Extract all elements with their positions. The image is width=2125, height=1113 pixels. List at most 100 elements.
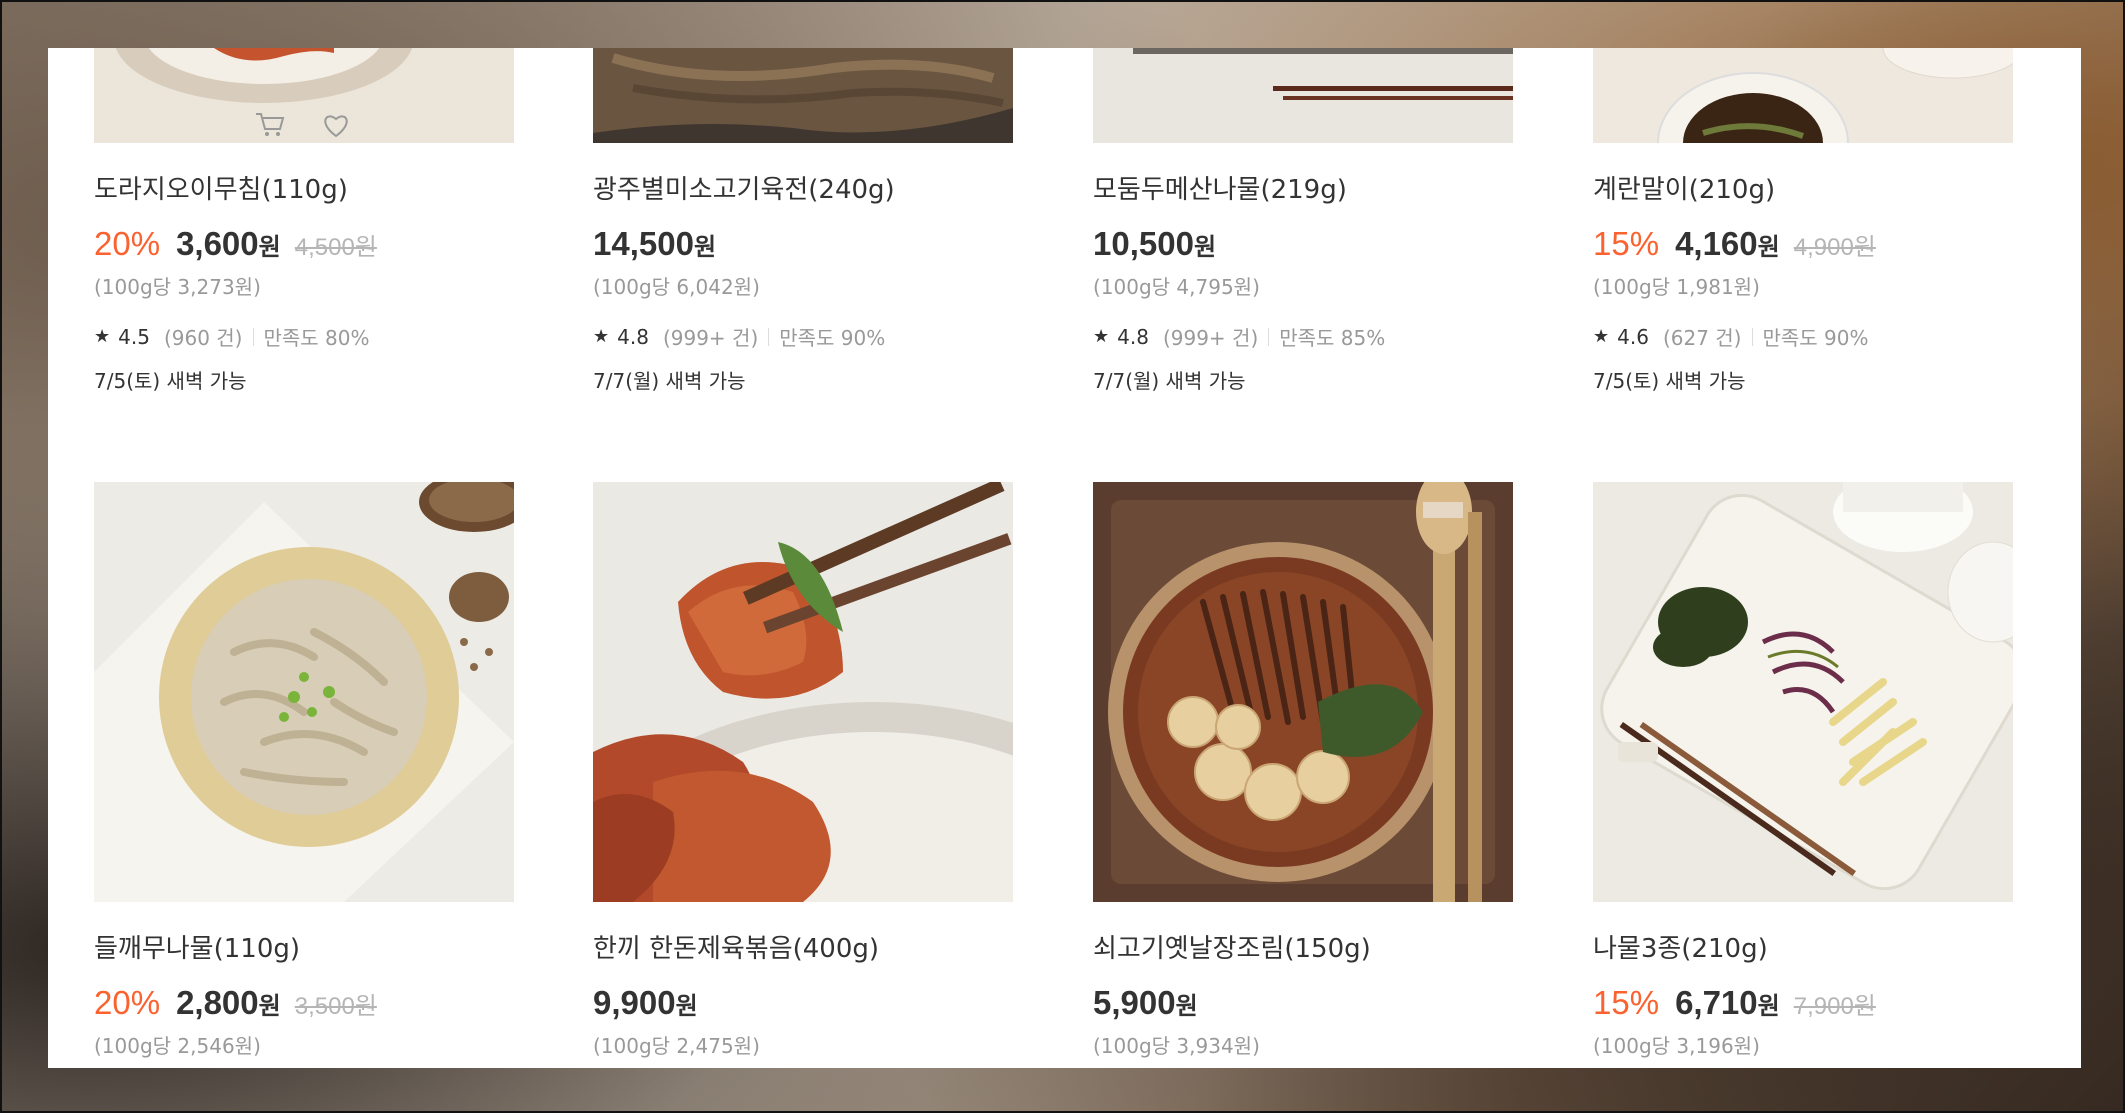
rating-line: ★ 4.5 (960 건) 만족도 80%	[94, 322, 514, 351]
product-card[interactable]: 계란말이(210g) 15% 4,160 원 4,900원 (100g당 1,9…	[1593, 48, 2013, 394]
cart-icon[interactable]	[254, 111, 286, 139]
currency-unit: 원	[1757, 992, 1780, 1020]
delivery-info: 7/7(월) 새벽 가능	[593, 369, 746, 393]
currency-unit: 원	[693, 233, 717, 261]
sale-price: 6,710	[1675, 984, 1758, 1021]
product-card[interactable]: 모둠두메산나물(219g) 10,500 원 (100g당 4,795원) ★ …	[1093, 48, 1513, 394]
product-name[interactable]: 쇠고기옛날장조림(150g)	[1093, 932, 1513, 966]
product-name[interactable]: 광주별미소고기육전(240g)	[593, 173, 1013, 207]
product-card[interactable]: 도라지오이무침(110g) 20% 3,600 원 4,500원 (100g당 …	[94, 48, 514, 394]
sale-price: 14,500	[593, 225, 694, 262]
star-icon: ★	[593, 326, 610, 347]
product-image[interactable]	[94, 48, 514, 143]
price-line: 20% 2,800 원 3,500원	[94, 984, 514, 1022]
price-line: 9,900 원	[593, 984, 1013, 1022]
heart-icon[interactable]	[320, 111, 352, 139]
currency-unit: 원	[675, 992, 698, 1020]
unit-price: (100g당 4,795원)	[1093, 275, 1260, 299]
product-name[interactable]: 도라지오이무침(110g)	[94, 173, 514, 207]
original-price: 4,500원	[294, 234, 377, 261]
rating-line: ★ 4.8 (999+ 건) 만족도 85%	[1093, 322, 1513, 351]
product-card[interactable]: 광주별미소고기육전(240g) 14,500 원 (100g당 6,042원) …	[593, 48, 1013, 394]
rating-score: 4.8	[617, 324, 649, 349]
price-line: 10,500 원	[1093, 225, 1513, 263]
satisfaction: 만족도 80%	[263, 326, 370, 350]
review-count: (627 건)	[1662, 326, 1742, 350]
product-card[interactable]: 들깨무나물(110g) 20% 2,800 원 3,500원 (100g당 2,…	[94, 482, 514, 1059]
unit-price: (100g당 3,196원)	[1593, 1034, 1760, 1058]
product-photo	[94, 482, 514, 902]
rating-score: 4.5	[118, 324, 150, 349]
discount-rate: 15%	[1593, 984, 1660, 1021]
product-name[interactable]: 계란말이(210g)	[1593, 173, 2013, 207]
price-line: 5,900 원	[1093, 984, 1513, 1022]
satisfaction: 만족도 85%	[1279, 326, 1386, 350]
discount-rate: 20%	[94, 984, 161, 1021]
price-line: 15% 4,160 원 4,900원	[1593, 225, 2013, 263]
product-photo	[1593, 482, 2013, 902]
review-count: (999+ 건)	[1162, 326, 1259, 350]
sale-price: 10,500	[1093, 225, 1194, 262]
product-name[interactable]: 모둠두메산나물(219g)	[1093, 173, 1513, 207]
rating-line: ★ 4.6 (627 건) 만족도 90%	[1593, 322, 2013, 351]
original-price: 3,500원	[294, 993, 377, 1020]
product-card[interactable]: 쇠고기옛날장조림(150g) 5,900 원 (100g당 3,934원)	[1093, 482, 1513, 1059]
satisfaction: 만족도 90%	[779, 326, 886, 350]
sale-price: 2,800	[176, 984, 259, 1021]
delivery-info: 7/5(토) 새벽 가능	[1593, 369, 1746, 393]
review-count: (960 건)	[163, 326, 243, 350]
unit-price: (100g당 2,475원)	[593, 1034, 760, 1058]
product-image[interactable]	[94, 482, 514, 902]
original-price: 4,900원	[1793, 234, 1876, 261]
sale-price: 4,160	[1675, 225, 1758, 262]
product-image[interactable]	[1093, 482, 1513, 902]
sale-price: 9,900	[593, 984, 676, 1021]
sale-price: 5,900	[1093, 984, 1176, 1021]
rating-line: ★ 4.8 (999+ 건) 만족도 90%	[593, 322, 1013, 351]
product-name[interactable]: 들깨무나물(110g)	[94, 932, 514, 966]
currency-unit: 원	[1193, 233, 1217, 261]
unit-price: (100g당 3,934원)	[1093, 1034, 1260, 1058]
discount-rate: 20%	[94, 225, 161, 262]
unit-price: (100g당 3,273원)	[94, 275, 261, 299]
product-image[interactable]	[1093, 48, 1513, 143]
price-line: 20% 3,600 원 4,500원	[94, 225, 514, 263]
product-photo	[1093, 482, 1513, 902]
product-card[interactable]: 한끼 한돈제육볶음(400g) 9,900 원 (100g당 2,475원)	[593, 482, 1013, 1059]
product-name[interactable]: 나물3종(210g)	[1593, 932, 2013, 966]
currency-unit: 원	[258, 992, 281, 1020]
currency-unit: 원	[258, 233, 281, 261]
star-icon: ★	[94, 326, 111, 347]
divider	[768, 327, 770, 346]
product-photo	[1093, 48, 1513, 143]
currency-unit: 원	[1757, 233, 1780, 261]
original-price: 7,900원	[1793, 993, 1876, 1020]
product-card[interactable]: 나물3종(210g) 15% 6,710 원 7,900원 (100g당 3,1…	[1593, 482, 2013, 1059]
delivery-info: 7/7(월) 새벽 가능	[1093, 369, 1246, 393]
divider	[1751, 327, 1753, 346]
product-image[interactable]	[593, 482, 1013, 902]
product-photo	[593, 482, 1013, 902]
unit-price: (100g당 2,546원)	[94, 1034, 261, 1058]
product-name[interactable]: 한끼 한돈제육볶음(400g)	[593, 932, 1013, 966]
review-count: (999+ 건)	[662, 326, 759, 350]
divider	[252, 327, 254, 346]
product-image[interactable]	[1593, 48, 2013, 143]
rating-score: 4.8	[1117, 324, 1149, 349]
unit-price: (100g당 1,981원)	[1593, 275, 1760, 299]
discount-rate: 15%	[1593, 225, 1660, 262]
product-photo	[593, 48, 1013, 143]
price-line: 14,500 원	[593, 225, 1013, 263]
unit-price: (100g당 6,042원)	[593, 275, 760, 299]
divider	[1268, 327, 1270, 346]
star-icon: ★	[1093, 326, 1110, 347]
product-image[interactable]	[1593, 482, 2013, 902]
price-line: 15% 6,710 원 7,900원	[1593, 984, 2013, 1022]
currency-unit: 원	[1175, 992, 1198, 1020]
satisfaction: 만족도 90%	[1762, 326, 1869, 350]
sale-price: 3,600	[176, 225, 259, 262]
delivery-info: 7/5(토) 새벽 가능	[94, 369, 247, 393]
product-photo	[1593, 48, 2013, 143]
product-image[interactable]	[593, 48, 1013, 143]
star-icon: ★	[1593, 326, 1610, 347]
